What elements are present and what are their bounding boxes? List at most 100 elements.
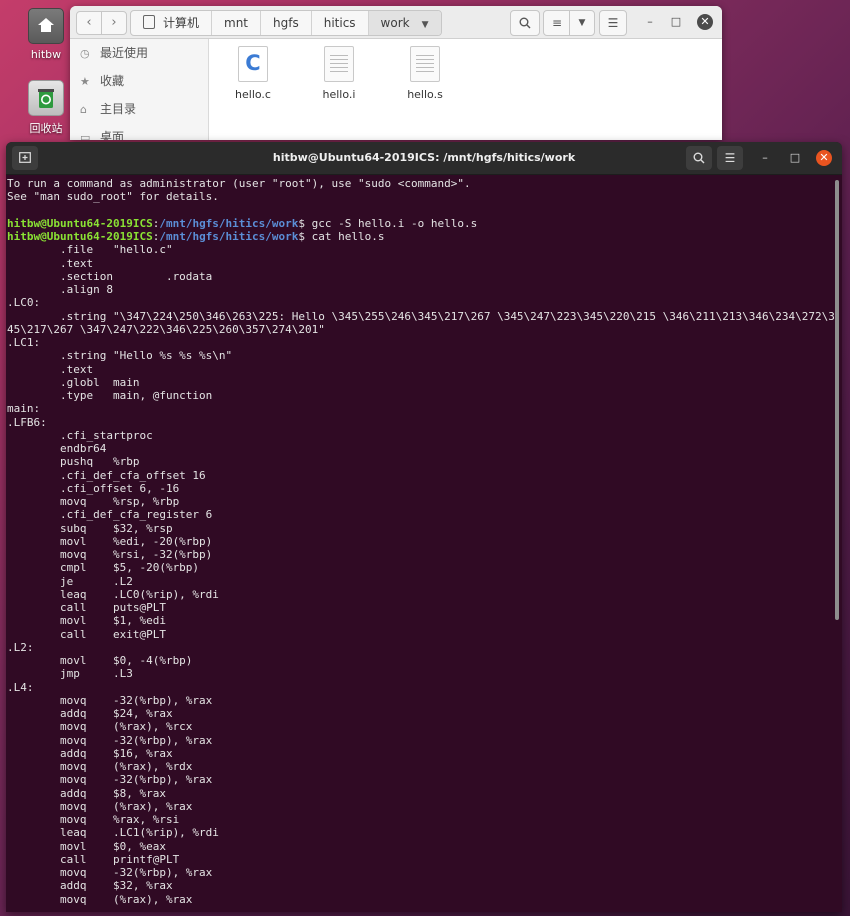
breadcrumb-label: 计算机 [163, 16, 200, 30]
chevron-down-icon: ▼ [421, 20, 429, 30]
terminal-output-line: jmp .L3 [7, 667, 133, 681]
breadcrumb-computer[interactable]: 计算机 [131, 11, 213, 35]
star-icon: ★ [80, 75, 90, 88]
breadcrumb-label: hgfs [273, 16, 299, 30]
minimize-icon: – [762, 151, 768, 164]
sidebar-item-recent[interactable]: ◷ 最近使用 [70, 39, 208, 67]
menu-button[interactable]: ☰ [599, 10, 627, 36]
trash-icon [28, 80, 64, 116]
view-options-button[interactable]: ▼ [569, 10, 595, 36]
terminal-output-line: .LC0: [7, 296, 41, 310]
terminal-output-line: movl $0, -4(%rbp) [7, 654, 193, 667]
breadcrumb-label: hitics [323, 16, 356, 30]
minimize-button[interactable]: – [642, 14, 658, 30]
close-icon: ✕ [819, 151, 829, 164]
back-button[interactable]: ‹ [76, 11, 102, 35]
terminal-prompt-line: hitbw@Ubuntu64-2019ICS:/mnt/hgfs/hitics/… [7, 216, 478, 230]
terminal-output-line: .text [7, 362, 94, 376]
terminal-minimize-button[interactable]: – [758, 151, 772, 165]
sidebar-item-label: 桌面 [100, 130, 125, 140]
breadcrumb-label: work [380, 16, 410, 30]
close-button[interactable]: ✕ [697, 14, 713, 30]
terminal-output-line: .cfi_def_cfa_offset 16 [7, 468, 206, 482]
terminal-output-line: leaq .LC1(%rip), %rdi [7, 826, 219, 840]
terminal-output-line: movq (%rax), %rax [7, 799, 193, 813]
terminal-output-line: movq -32(%rbp), %rax [7, 866, 213, 879]
terminal-output-line: addq $32, %rax [7, 879, 173, 893]
sidebar-item-label: 最近使用 [100, 46, 149, 60]
terminal-menu-button[interactable]: ☰ [717, 146, 743, 170]
forward-button[interactable]: › [101, 11, 127, 35]
terminal-output-line: .LC1: [7, 336, 41, 349]
terminal-output[interactable]: To run a command as administrator (user … [6, 175, 834, 912]
file-name: hello.c [235, 88, 271, 101]
drive-icon [143, 15, 155, 29]
terminal-prompt-line: hitbw@Ubuntu64-2019ICS:/mnt/hgfs/hitics/… [7, 230, 385, 243]
home-folder-icon [28, 8, 64, 44]
terminal-output-line: .string "\347\224\250\346\263\225: Hello… [7, 309, 834, 323]
terminal-output-line: movq (%rax), %rcx [7, 720, 193, 734]
c-source-file-icon: C [238, 46, 268, 82]
sidebar-item-label: 主目录 [100, 102, 137, 116]
terminal-output-line: .type main, @function [7, 389, 213, 402]
hamburger-menu-icon: ☰ [724, 151, 736, 165]
prompt-path: /mnt/hgfs/hitics/work [159, 216, 299, 230]
breadcrumb-hgfs[interactable]: hgfs [261, 11, 312, 35]
file-item-hello-i[interactable]: hello.i [304, 46, 374, 101]
terminal-output-line: .cfi_startproc [7, 428, 153, 442]
search-button[interactable] [510, 10, 540, 36]
terminal-output-line: .cfi_def_cfa_register 6 [7, 508, 213, 522]
terminal-output-line: call puts@PLT [7, 601, 166, 614]
search-icon [693, 152, 705, 164]
file-manager-headerbar: ‹ › 计算机 mnt hgfs hitics work ▼ ≡ ▼ ☰ – □… [70, 6, 722, 39]
terminal-scrollbar[interactable] [835, 180, 840, 908]
desktop-icon: ▭ [80, 131, 91, 140]
command-text: cat hello.s [305, 230, 385, 243]
terminal-output-line: .globl main [7, 375, 140, 389]
terminal-output-line: leaq .LC0(%rip), %rdi [7, 587, 219, 601]
breadcrumb-work[interactable]: work ▼ [368, 11, 441, 35]
terminal-maximize-button[interactable]: □ [788, 151, 802, 165]
chevron-right-icon: › [111, 15, 117, 30]
terminal-output-line: .L4: [7, 680, 34, 694]
terminal-close-button[interactable]: ✕ [816, 150, 832, 166]
maximize-icon: □ [670, 15, 682, 28]
terminal-output-line: .align 8 [7, 283, 113, 296]
file-view: C hello.c hello.i hello.s [209, 39, 722, 140]
terminal-output-line: movq -32(%rbp), %rax [7, 773, 213, 787]
sidebar-item-desktop[interactable]: ▭ 桌面 [70, 123, 208, 140]
terminal-search-button[interactable] [686, 146, 712, 170]
file-item-hello-s[interactable]: hello.s [390, 46, 460, 101]
terminal-output-line: main: [7, 402, 41, 416]
terminal-output-line: movl $0, %eax [7, 839, 166, 853]
breadcrumb-hitics[interactable]: hitics [312, 11, 369, 35]
terminal-output-line: .cfi_offset 6, -16 [7, 481, 180, 495]
terminal-output-line: movq -32(%rbp), %rax [7, 693, 213, 707]
clock-icon: ◷ [80, 47, 90, 60]
terminal-output-line: call printf@PLT [7, 852, 180, 866]
terminal-output-line: addq $16, %rax [7, 746, 173, 760]
file-manager-sidebar: ◷ 最近使用 ★ 收藏 ⌂ 主目录 ▭ 桌面 [70, 39, 209, 140]
breadcrumb-mnt[interactable]: mnt [212, 11, 262, 35]
list-view-icon: ≡ [551, 16, 563, 30]
search-icon [519, 17, 531, 29]
terminal-output-line: .L2: [7, 640, 34, 654]
terminal-output-line: endbr64 [7, 442, 107, 455]
file-item-hello-c[interactable]: C hello.c [218, 46, 288, 101]
scrollbar-thumb[interactable] [835, 180, 839, 620]
terminal-output-line: movl $1, %edi [7, 614, 166, 628]
file-name: hello.s [407, 88, 443, 101]
file-name: hello.i [322, 88, 356, 101]
sidebar-item-starred[interactable]: ★ 收藏 [70, 67, 208, 95]
chevron-left-icon: ‹ [86, 15, 92, 30]
terminal-output-line: call exit@PLT [7, 627, 166, 641]
view-list-button[interactable]: ≡ [543, 10, 571, 36]
prompt-user: hitbw@Ubuntu64-2019ICS [7, 230, 153, 243]
maximize-button[interactable]: □ [668, 14, 684, 30]
sidebar-item-home[interactable]: ⌂ 主目录 [70, 95, 208, 123]
terminal-output-line: pushq %rbp [7, 455, 140, 469]
terminal-output-line: .text [7, 256, 94, 270]
sidebar-item-label: 收藏 [100, 74, 125, 88]
terminal-output-line: See "man sudo_root" for details. [7, 190, 219, 204]
